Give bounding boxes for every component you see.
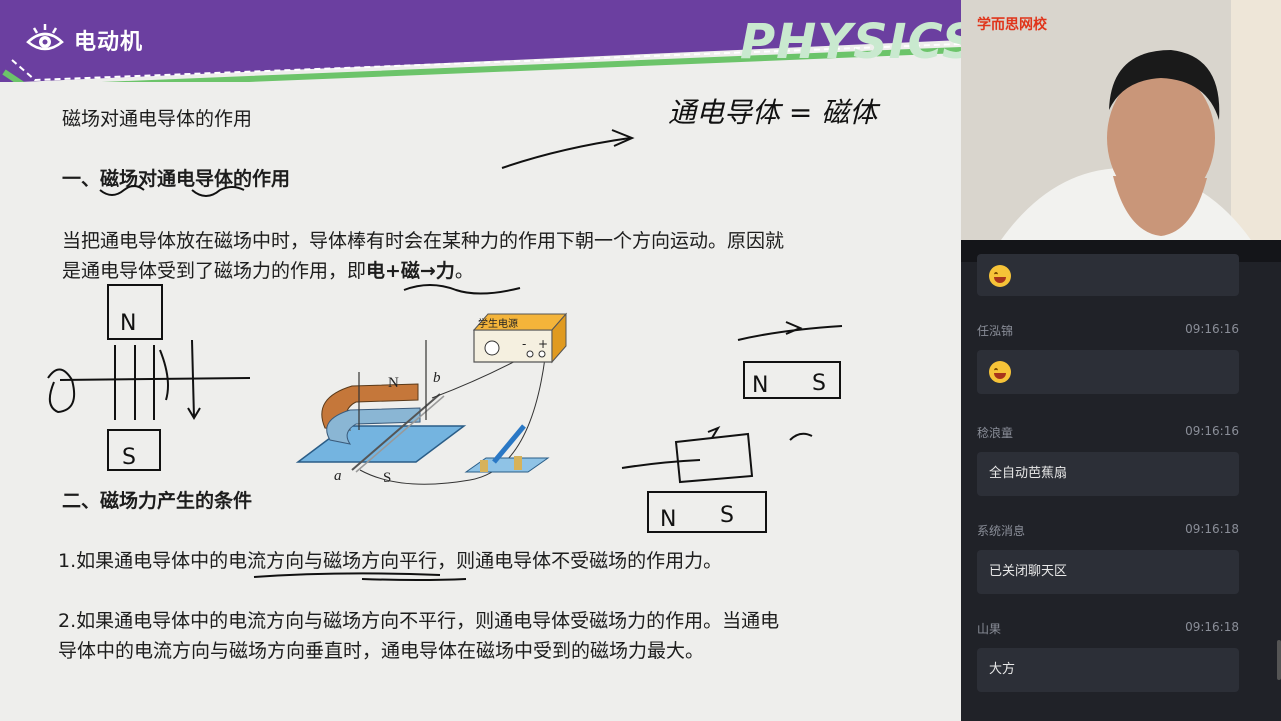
handwritten-note: 通电导体 = 磁体 [668, 96, 881, 129]
magnet-S-bottom-right: S [720, 503, 734, 528]
physics-watermark: PHYSICS [740, 14, 961, 70]
timestamp: 09:16:16 [1185, 424, 1239, 438]
chat-scrollbar[interactable] [1277, 640, 1281, 680]
point2-line1: 2.如果通电导体中的电流方向与磁场方向不平行，则通电导体受磁场力的作用。当通电 [58, 610, 780, 632]
magnet-N-left: N [120, 311, 136, 336]
label-a: a [334, 468, 342, 484]
label-S: S [383, 470, 391, 486]
para1-line1: 当把通电导体放在磁场中时，导体棒有时会在某种力的作用下朝一个方向运动。原因就 [62, 230, 785, 252]
sender-name: 稔浪童 [977, 426, 1014, 440]
teacher-portrait [961, 0, 1281, 240]
chat-bubble-4: 大方 [977, 648, 1239, 692]
brand-logo: 学而思网校 [977, 17, 1047, 33]
chat-meta-1: 任泓锦 09:16:16 [977, 322, 1239, 339]
timestamp: 09:16:16 [1185, 322, 1239, 336]
teacher-video-feed: 学而思网校 [961, 0, 1281, 240]
magnet-S-top-right: S [812, 371, 826, 396]
para1-formula: 电+磁→力 [366, 260, 455, 282]
sender-name: 系统消息 [977, 524, 1026, 538]
label-N: N [388, 375, 399, 391]
lesson-title: 电动机 [74, 30, 144, 55]
laughing-face-icon [989, 360, 1011, 383]
magnet-N-bottom-right: N [660, 507, 676, 532]
chat-meta-2: 稔浪童 09:16:16 [977, 424, 1239, 441]
chat-bubble-2: 全自动芭蕉扇 [977, 452, 1239, 496]
label-b: b [433, 370, 441, 386]
point1-text: 1.如果通电导体中的电流方向与磁场方向平行，则通电导体不受磁场的作用力。 [58, 550, 723, 572]
slide-subtitle: 磁场对通电导体的作用 [62, 108, 253, 130]
power-supply-label: 学生电源 [478, 317, 518, 330]
chat-bubble-1 [977, 350, 1239, 394]
chat-meta-4: 山果 09:16:18 [977, 620, 1239, 637]
chat-bubble-0 [977, 254, 1239, 296]
minus-terminal: - [522, 337, 526, 351]
plus-terminal: + [538, 337, 548, 351]
chat-meta-3: 系统消息 09:16:18 [977, 522, 1239, 539]
laughing-face-icon [989, 264, 1011, 287]
para1-line2-suffix: 。 [454, 260, 474, 282]
timestamp: 09:16:18 [1185, 620, 1239, 634]
chat-bubble-3: 已关闭聊天区 [977, 550, 1239, 594]
section2-heading: 二、磁场力产生的条件 [62, 490, 253, 512]
chat-panel[interactable]: 任泓锦 09:16:16 稔浪童 09:16:16 全自动芭蕉扇 系统消息 09:16… [961, 240, 1281, 721]
para1-line2-prefix: 是通电导体受到了磁场力的作用，即 [62, 260, 367, 282]
timestamp: 09:16:18 [1185, 522, 1239, 536]
magnet-S-left: S [122, 445, 136, 470]
eye-icon [26, 24, 64, 51]
slide-canvas: 电动机 PHYSICS 磁场对通电导体的作用 一、磁场对通电导体的作用 当把通电… [0, 0, 961, 721]
sender-name: 任泓锦 [977, 324, 1014, 338]
magnet-N-top-right: N [752, 373, 768, 398]
sender-name: 山果 [977, 622, 1002, 636]
section1-heading: 一、磁场对通电导体的作用 [62, 168, 291, 190]
para1-line2: 是通电导体受到了磁场力的作用，即电+磁→力。 [62, 256, 474, 283]
point2-line2: 导体中的电流方向与磁场方向垂直时，通电导体在磁场中受到的磁场力最大。 [58, 640, 705, 662]
